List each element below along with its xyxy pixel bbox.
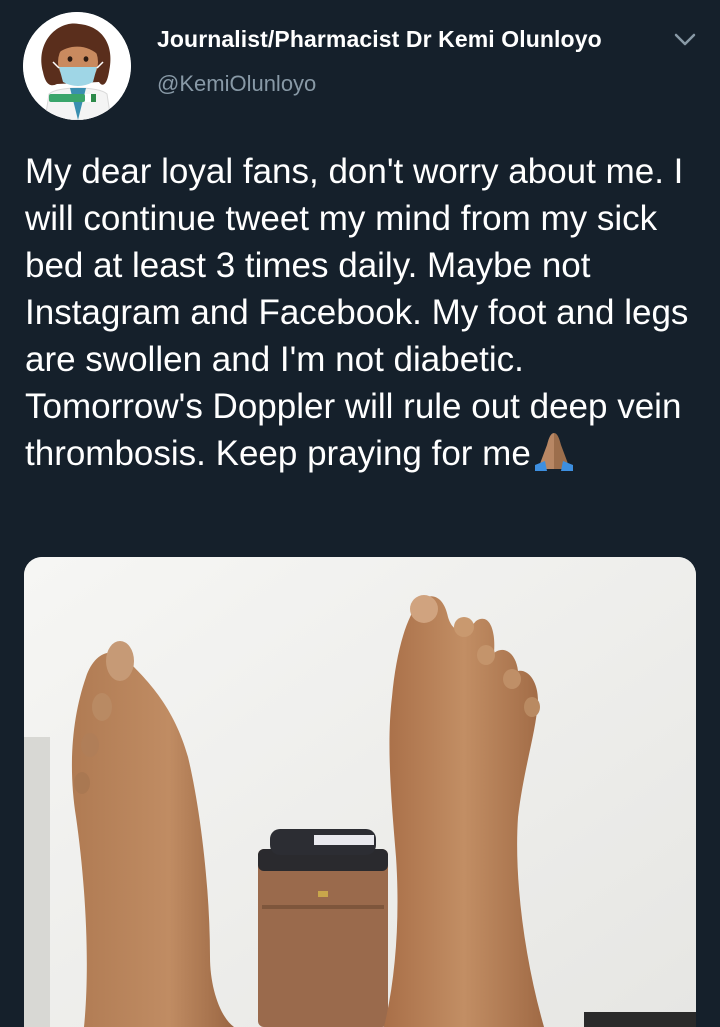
- cartoon-doctor-avatar-icon: [23, 12, 131, 120]
- tweet-text-content: My dear loyal fans, don't worry about me…: [25, 152, 699, 473]
- folded-hands-emoji-icon: [531, 431, 577, 471]
- avatar[interactable]: [23, 12, 131, 120]
- author-display-name[interactable]: Journalist/Pharmacist Dr Kemi Olunloyo: [157, 26, 602, 53]
- tweet-header: Journalist/Pharmacist Dr Kemi Olunloyo @…: [0, 0, 720, 130]
- author-handle[interactable]: @KemiOlunloyo: [157, 71, 602, 97]
- tweet-photo[interactable]: [24, 557, 696, 1027]
- chevron-down-icon[interactable]: [672, 30, 698, 50]
- author-names: Journalist/Pharmacist Dr Kemi Olunloyo @…: [157, 26, 602, 97]
- photo-of-swollen-feet: [24, 557, 696, 1027]
- tweet-card[interactable]: Journalist/Pharmacist Dr Kemi Olunloyo @…: [0, 0, 720, 1027]
- tweet-text: My dear loyal fans, don't worry about me…: [25, 148, 705, 477]
